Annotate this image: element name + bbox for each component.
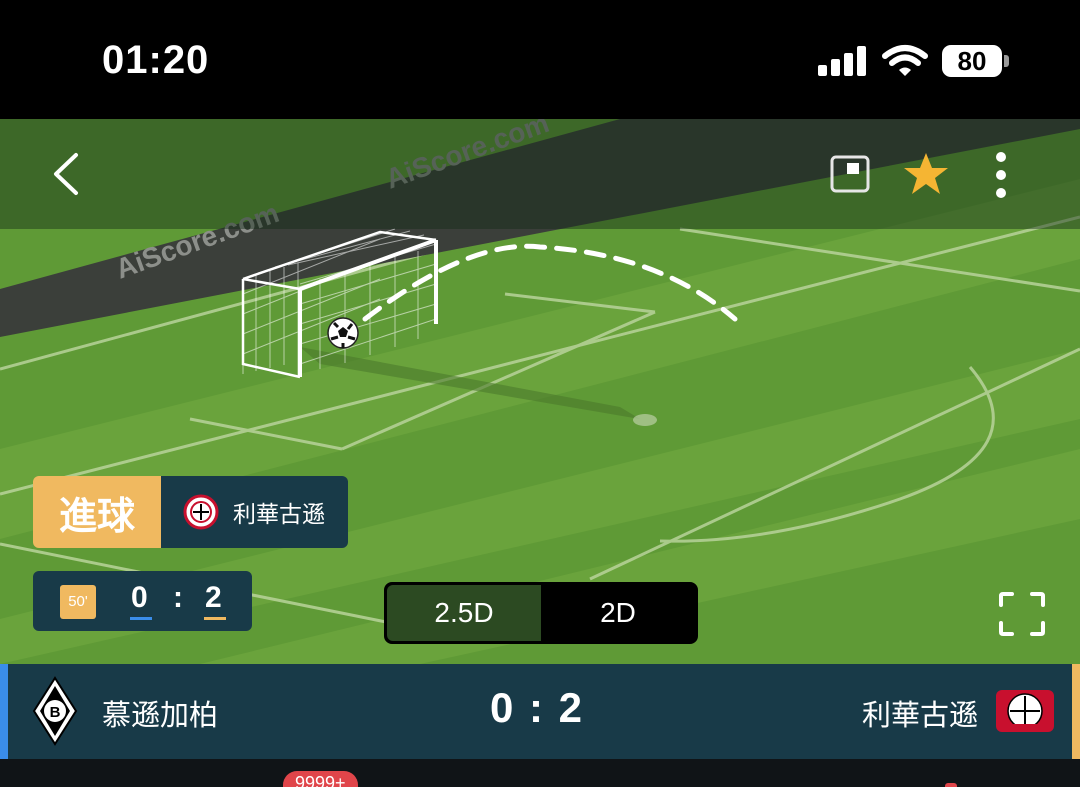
wifi-icon <box>882 45 928 76</box>
mini-home-score: 0 <box>131 581 148 614</box>
gladbach-crest-icon: B <box>32 676 78 746</box>
view-option-2-5d[interactable]: 2.5D <box>387 585 541 641</box>
event-team: 利華古遜 <box>161 476 348 548</box>
chevron-left-icon[interactable] <box>48 151 84 197</box>
home-accent-bar <box>0 664 8 759</box>
more-vertical-icon[interactable] <box>988 151 1014 199</box>
leverkusen-crest-icon <box>996 690 1054 732</box>
event-team-name: 利華古遜 <box>233 502 325 528</box>
away-team-name: 利華古遜 <box>861 698 978 732</box>
event-card: 進球 利華古遜 <box>33 476 348 548</box>
match-minute-badge: 50' <box>60 585 96 619</box>
view-option-2d[interactable]: 2D <box>541 585 695 641</box>
match-pitch-animation: AiScore.com AiScore.com 進球 利華古遜 50' 0: … <box>0 119 1080 664</box>
away-score-underline <box>204 617 226 620</box>
mini-score-card: 50' 0 : 2 <box>33 571 252 631</box>
status-bar: 01:20 80 <box>0 0 1080 119</box>
view-mode-toggle: 2.5D 2D <box>384 582 698 644</box>
main-score: 0 : 2 <box>490 684 585 731</box>
mini-away-score: 2 <box>205 581 222 614</box>
bottom-tab-strip: 9999+ <box>0 759 1080 787</box>
event-type-label: 進球 <box>33 476 161 548</box>
leverkusen-crest-icon <box>183 494 219 530</box>
picture-in-picture-icon[interactable] <box>830 155 870 193</box>
battery-tip <box>1004 55 1009 67</box>
indicator-dot <box>945 783 957 787</box>
svg-text:B: B <box>50 704 61 721</box>
mini-score-separator: : <box>173 581 183 614</box>
cellular-signal-icon <box>818 46 868 76</box>
team-score-bar: B 慕遜加柏 0 : 2 利華古遜 <box>0 664 1080 759</box>
notification-count-badge: 9999+ <box>283 771 358 787</box>
home-score-underline <box>130 617 152 620</box>
soccer-ball-icon <box>327 317 359 349</box>
fullscreen-icon[interactable] <box>998 591 1046 637</box>
battery-level: 80 <box>957 46 987 76</box>
status-time: 01:20 <box>102 38 210 82</box>
away-accent-bar <box>1072 664 1080 759</box>
star-icon[interactable] <box>902 151 950 197</box>
battery-icon: 80 <box>942 45 1002 77</box>
home-team-name: 慕遜加柏 <box>102 698 219 732</box>
